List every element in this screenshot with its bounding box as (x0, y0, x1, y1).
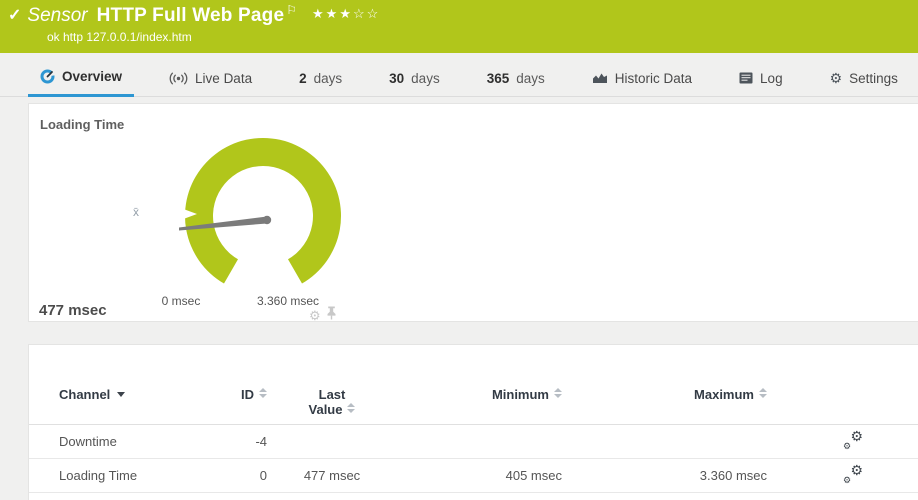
sort-icon (554, 388, 562, 398)
sensor-header: ✓ Sensor HTTP Full Web Page ⚐ ★★★☆☆ ok h… (0, 0, 918, 53)
gear-icon: ⚙ (829, 70, 843, 86)
tab-live-data[interactable]: Live Data (157, 59, 264, 97)
tab-day-unit: days (313, 70, 343, 86)
gauge-scale-min-label: 0 msec (161, 294, 201, 308)
loading-time-gauge (167, 137, 341, 284)
channel-id: 0 (259, 468, 267, 483)
tab-label: Historic Data (614, 70, 693, 86)
log-list-icon (739, 72, 753, 84)
status-ok-check-icon: ✓ (8, 7, 22, 24)
column-header-maximum[interactable]: Maximum (562, 387, 767, 402)
sensor-type-label: Sensor (27, 5, 88, 26)
channel-table-panel: Channel ID Last Value Minimum Maximum Do… (28, 344, 918, 500)
page-title: HTTP Full Web Page (96, 5, 285, 26)
pin-icon[interactable] (326, 306, 337, 325)
tab-day-number: 365 (486, 70, 510, 86)
tab-label: Settings (849, 70, 898, 86)
channel-name: Loading Time (59, 468, 138, 483)
priority-stars[interactable]: ★★★☆☆ (312, 6, 380, 22)
column-header-channel[interactable]: Channel (29, 387, 219, 402)
tab-label: Log (760, 70, 783, 86)
gauge-settings-gear-icon[interactable]: ⚙ (309, 309, 321, 322)
channel-minimum: 405 msec (505, 468, 562, 483)
channel-id: -4 (255, 434, 267, 449)
column-header-minimum[interactable]: Minimum (397, 387, 562, 402)
tab-bar: Overview Live Data 2 days 30 days 365 da… (0, 53, 918, 97)
gauge-icon (40, 69, 55, 84)
column-header-last-value[interactable]: Last Value (267, 387, 397, 417)
average-marker-label: x̄ (133, 205, 139, 219)
gauge-needle-pivot (262, 215, 272, 225)
tab-day-number: 30 (389, 70, 405, 86)
broadcast-icon (169, 72, 188, 84)
channel-settings-gears-icon[interactable]: ⚙ ⚙ (843, 429, 863, 451)
tab-30-days[interactable]: 30 days (377, 59, 452, 97)
tab-day-unit: days (411, 70, 440, 86)
tab-historic-data[interactable]: Historic Data (580, 59, 704, 97)
channel-name: Downtime (59, 434, 117, 449)
gauge-tile-tools: ⚙ (309, 306, 337, 325)
current-value-label: 477 msec (39, 302, 107, 319)
tab-label: Live Data (195, 70, 253, 86)
flag-icon[interactable]: ⚐ (286, 3, 297, 17)
column-header-id[interactable]: ID (219, 387, 267, 402)
tab-log[interactable]: Log (727, 59, 795, 97)
sort-icon (259, 388, 267, 398)
tab-settings[interactable]: ⚙ Settings (818, 59, 910, 97)
area-chart-icon (592, 73, 607, 83)
table-header-row: Channel ID Last Value Minimum Maximum (29, 345, 918, 425)
channel-maximum: 3.360 msec (699, 468, 767, 483)
sensor-status-line: ok http 127.0.0.1/index.htm (47, 30, 192, 44)
gauge-title: Loading Time (40, 117, 125, 132)
tab-2-days[interactable]: 2 days (287, 59, 354, 97)
gauge-arc (185, 137, 341, 284)
sort-icon (759, 388, 767, 398)
tab-365-days[interactable]: 365 days (475, 59, 557, 97)
loading-time-gauge-panel: Loading Time x̄ 0 msec 3.360 msec 477 ms… (28, 103, 918, 322)
sort-icon (347, 403, 356, 413)
channel-settings-gears-icon[interactable]: ⚙ ⚙ (843, 463, 863, 485)
channel-last-value: 477 msec (303, 468, 361, 483)
table-row-downtime: Downtime -4 ⚙ ⚙ (29, 425, 918, 459)
tab-overview[interactable]: Overview (28, 59, 135, 97)
tab-day-number: 2 (299, 70, 307, 86)
tab-label: Overview (62, 69, 123, 84)
tab-day-unit: days (516, 70, 545, 86)
sort-desc-icon (117, 392, 126, 397)
table-row-loading-time: Loading Time 0 477 msec 405 msec 3.360 m… (29, 459, 918, 493)
